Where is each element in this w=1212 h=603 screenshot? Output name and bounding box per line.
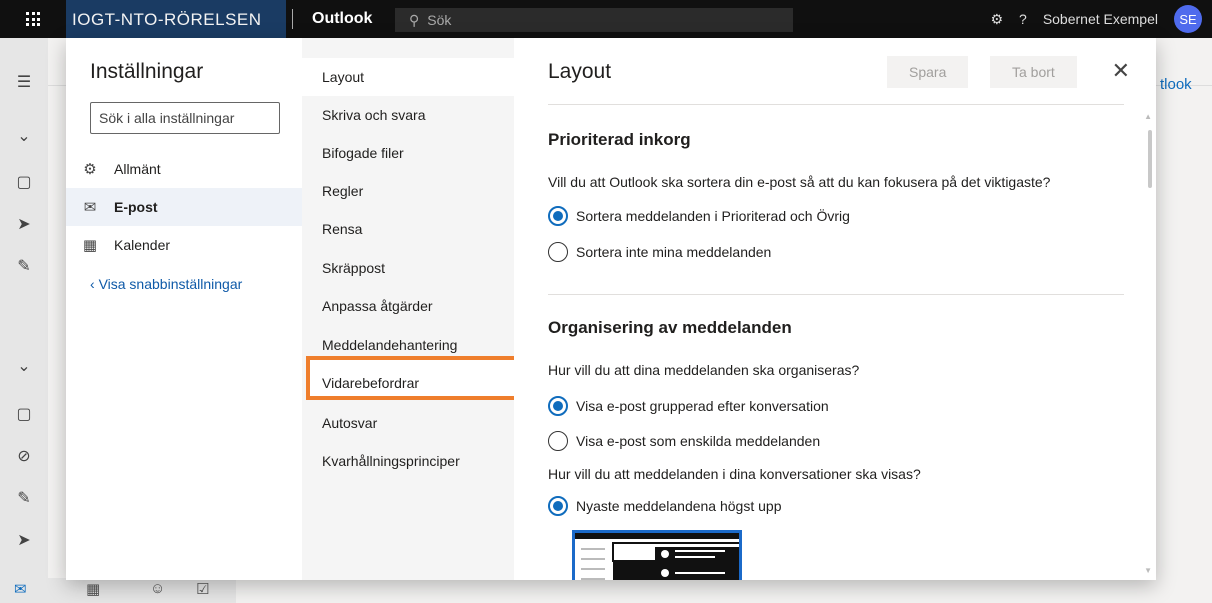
layout-preview-image xyxy=(572,530,742,580)
subnav-forwarding[interactable]: Vidarebefordrar xyxy=(302,364,514,402)
chevron-down-icon[interactable]: ⌄ xyxy=(14,356,34,376)
category-label: E-post xyxy=(114,199,158,215)
topbar-divider xyxy=(292,9,293,29)
settings-category-nav: ⚙ Allmänt ✉ E-post ▦ Kalender xyxy=(66,150,302,264)
layout-settings-panel: Layout Spara Ta bort ✕ Prioriterad inkor… xyxy=(514,38,1156,580)
background-outlook-link[interactable]: tlook xyxy=(1160,76,1192,93)
scrollbar-thumb[interactable] xyxy=(1148,130,1152,188)
help-icon[interactable]: ? xyxy=(1019,11,1027,27)
subnav-retention[interactable]: Kvarhållningsprinciper xyxy=(302,442,514,480)
radio-unselected[interactable] xyxy=(548,431,568,451)
search-box[interactable]: ⚲ Sök xyxy=(395,8,793,32)
header-divider xyxy=(548,104,1124,105)
radio-label: Visa e-post grupperad efter konversation xyxy=(576,398,829,414)
close-icon[interactable]: ✕ xyxy=(1112,58,1130,84)
calendar-icon: ▦ xyxy=(82,237,98,254)
left-rail xyxy=(0,38,48,603)
search-placeholder: Sök xyxy=(427,12,452,28)
todo-icon[interactable]: ☑ xyxy=(196,580,209,598)
discard-button[interactable]: Ta bort xyxy=(990,56,1077,88)
calendar-icon[interactable]: ▦ xyxy=(86,580,100,598)
quick-settings-link[interactable]: ‹ Visa snabbinställningar xyxy=(90,276,242,292)
radio-label: Sortera meddelanden i Prioriterad och Öv… xyxy=(576,208,850,224)
mail-icon[interactable]: ✉ xyxy=(14,580,27,598)
blocked-icon[interactable]: ⊘ xyxy=(14,446,34,466)
radio-selected[interactable] xyxy=(548,496,568,516)
save-button[interactable]: Spara xyxy=(887,56,969,88)
app-name[interactable]: Outlook xyxy=(312,10,372,28)
subnav-junk[interactable]: Skräppost xyxy=(302,249,514,287)
radio-selected[interactable] xyxy=(548,396,568,416)
scroll-up-icon[interactable]: ▲ xyxy=(1144,112,1152,121)
send-icon[interactable]: ➤ xyxy=(14,214,34,234)
mail-subcategory-panel: Layout Skriva och svara Bifogade filer R… xyxy=(302,38,514,580)
category-label: Kalender xyxy=(114,237,171,253)
radio-label: Sortera inte mina meddelanden xyxy=(576,244,772,260)
radio-label: Nyaste meddelandena högst upp xyxy=(576,498,782,514)
subnav-customize-actions[interactable]: Anpassa åtgärder xyxy=(302,287,514,325)
pencil-icon[interactable]: ✎ xyxy=(14,256,34,276)
people-icon[interactable]: ☺ xyxy=(150,580,165,597)
conversation-question: Hur vill du att meddelanden i dina konve… xyxy=(548,466,921,482)
gear-icon: ⚙ xyxy=(83,161,97,178)
topbar-right: ⚙ ? Sobernet Exempel SE xyxy=(990,0,1212,38)
category-label: Allmänt xyxy=(114,161,161,177)
subnav-sweep[interactable]: Rensa xyxy=(302,210,514,248)
chevron-left-icon: ‹ xyxy=(90,276,95,292)
avatar[interactable]: SE xyxy=(1174,5,1202,33)
organization-option-conversation[interactable]: Visa e-post grupperad efter konversation xyxy=(548,396,829,416)
focused-inbox-title: Prioriterad inkorg xyxy=(548,130,691,149)
focused-option-sort[interactable]: Sortera meddelanden i Prioriterad och Öv… xyxy=(548,206,850,226)
organization-title: Organisering av meddelanden xyxy=(548,318,792,337)
organization-option-individual[interactable]: Visa e-post som enskilda meddelanden xyxy=(548,431,820,451)
app-launcher-button[interactable] xyxy=(0,0,66,38)
category-mail[interactable]: ✉ E-post xyxy=(66,188,302,226)
search-icon: ⚲ xyxy=(409,11,420,28)
user-name[interactable]: Sobernet Exempel xyxy=(1043,11,1158,27)
settings-search-input[interactable]: Sök i alla inställningar xyxy=(90,102,280,134)
org-logo[interactable]: IOGT-NTO-RÖRELSEN xyxy=(66,0,286,38)
inbox-icon[interactable]: ▢ xyxy=(14,172,34,192)
quick-settings-label: Visa snabbinställningar xyxy=(98,276,243,292)
inbox-icon[interactable]: ▢ xyxy=(14,404,34,424)
hamburger-icon[interactable]: ☰ xyxy=(14,72,34,92)
radio-unselected[interactable] xyxy=(548,242,568,262)
top-bar: IOGT-NTO-RÖRELSEN Outlook ⚲ Sök ⚙ ? Sobe… xyxy=(0,0,1212,38)
settings-gear-icon[interactable]: ⚙ xyxy=(990,11,1003,28)
subnav-auto-reply[interactable]: Autosvar xyxy=(302,404,514,442)
pencil-icon[interactable]: ✎ xyxy=(14,488,34,508)
focused-option-nosort[interactable]: Sortera inte mina meddelanden xyxy=(548,242,771,262)
category-calendar[interactable]: ▦ Kalender xyxy=(66,226,302,264)
subnav-compose[interactable]: Skriva och svara xyxy=(302,96,514,134)
panel-title: Layout xyxy=(548,60,612,83)
subnav-rules[interactable]: Regler xyxy=(302,172,514,210)
settings-categories-panel: Inställningar Sök i alla inställningar ⚙… xyxy=(66,38,302,580)
waffle-icon xyxy=(26,12,40,26)
subnav-layout[interactable]: Layout xyxy=(302,58,514,96)
settings-title: Inställningar xyxy=(90,60,204,83)
mail-icon: ✉ xyxy=(83,199,97,216)
scroll-down-icon[interactable]: ▼ xyxy=(1144,566,1152,575)
category-general[interactable]: ⚙ Allmänt xyxy=(66,150,302,188)
radio-selected[interactable] xyxy=(548,206,568,226)
conversation-option-newest[interactable]: Nyaste meddelandena högst upp xyxy=(548,496,781,516)
organization-question: Hur vill du att dina meddelanden ska org… xyxy=(548,362,860,378)
radio-label: Visa e-post som enskilda meddelanden xyxy=(576,433,821,449)
chevron-down-icon[interactable]: ⌄ xyxy=(14,126,34,146)
send-icon[interactable]: ➤ xyxy=(14,530,34,550)
focused-inbox-question: Vill du att Outlook ska sortera din e-po… xyxy=(548,174,1051,190)
settings-dialog: Inställningar Sök i alla inställningar ⚙… xyxy=(66,38,1156,580)
subnav-attachments[interactable]: Bifogade filer xyxy=(302,134,514,172)
section-divider xyxy=(548,294,1124,295)
